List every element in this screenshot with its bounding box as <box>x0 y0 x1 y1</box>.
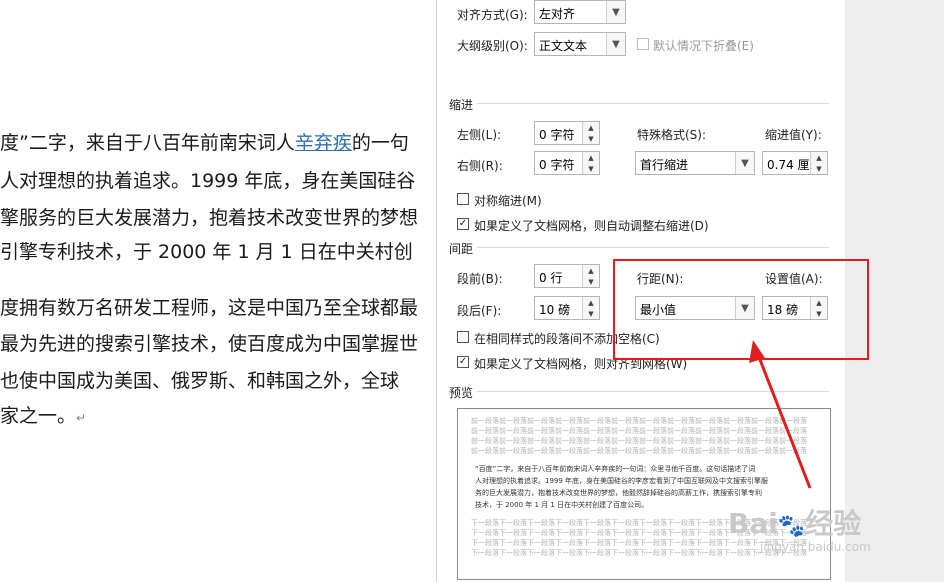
watermark-logo: Bai🐾经验 <box>728 507 862 540</box>
watermark-url: jingyan.baidu.com <box>760 540 871 554</box>
annotation-arrow-icon <box>749 340 812 489</box>
